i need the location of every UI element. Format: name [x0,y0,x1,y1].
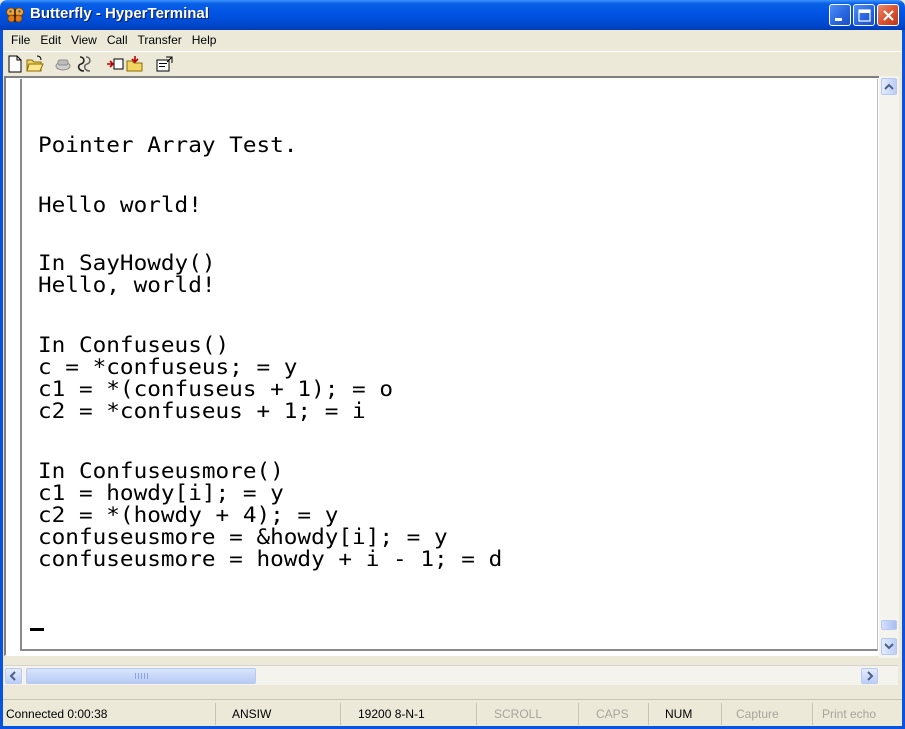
chevron-right-icon [867,671,874,681]
status-num: NUM [662,703,722,725]
chevron-down-icon [884,643,894,650]
terminal-line: In Confuseus() [38,333,230,357]
status-bar: Connected 0:00:38 ANSIW 19200 8-N-1 SCRO… [3,699,902,726]
menu-bar: File Edit View Call Transfer Help [3,30,902,51]
minimize-icon [835,18,842,21]
terminal-line: In SayHowdy() [38,251,216,275]
status-settings: 19200 8-N-1 [355,703,477,725]
terminal-line: Hello world! [38,193,202,217]
maximize-icon [858,9,871,22]
terminal-line: c2 = *(howdy + 4); = y [38,503,339,527]
status-caps-text: CAPS [596,707,629,721]
status-caps: CAPS [593,703,649,725]
title-bar[interactable]: Butterfly - HyperTerminal [0,0,905,30]
terminal-line: In Confuseusmore() [38,459,284,483]
scroll-grip [135,673,149,679]
menu-transfer[interactable]: Transfer [133,30,187,51]
minimize-button[interactable] [829,4,851,26]
terminal-display[interactable]: Pointer Array Test. Hello world! In SayH… [4,76,898,656]
receive-icon[interactable] [126,55,144,73]
terminal-cursor [30,628,44,631]
menu-help[interactable]: Help [187,30,222,51]
terminal-line: confuseusmore = &howdy[i]; = y [38,525,448,549]
open-folder-icon[interactable] [26,55,44,73]
status-print-echo-text: Print echo [822,707,877,721]
status-emulation-text: ANSIW [232,707,272,721]
menu-view[interactable]: View [66,30,102,51]
status-num-text: NUM [665,707,693,721]
terminal-line: c1 = howdy[i]; = y [38,481,284,505]
status-print-echo: Print echo [819,703,902,725]
scroll-right-button[interactable] [861,668,878,684]
status-capture-text: Capture [736,707,779,721]
send-icon[interactable] [106,55,124,73]
window-frame-left [0,30,3,729]
vertical-scroll-thumb[interactable] [881,620,897,630]
horizontal-scrollbar[interactable] [4,665,898,685]
terminal-line: Hello, world! [38,273,216,297]
status-emulation: ANSIW [229,703,341,725]
terminal-line: c2 = *confuseus + 1; = i [38,399,366,423]
terminal-line: c = *confuseus; = y [38,355,298,379]
horizontal-scroll-thumb[interactable] [26,668,256,684]
scroll-up-button[interactable] [881,78,897,95]
terminal-line: confuseusmore = howdy + i - 1; = d [38,547,503,571]
status-scroll-text: SCROLL [494,707,543,721]
status-connected-text: Connected 0:00:38 [6,707,108,721]
toolbar [3,51,902,76]
vertical-scrollbar[interactable] [879,76,899,658]
scroll-left-button[interactable] [5,668,22,684]
window-title: Butterfly - HyperTerminal [30,5,209,22]
chevron-left-icon [9,671,16,681]
call-icon[interactable] [54,55,72,73]
new-document-icon[interactable] [6,55,24,73]
menu-call[interactable]: Call [102,30,133,51]
status-capture: Capture [733,703,813,725]
status-scroll: SCROLL [491,703,579,725]
menu-file[interactable]: File [6,30,35,51]
terminal-line: Pointer Array Test. [38,133,298,157]
disconnect-icon[interactable] [76,55,94,73]
terminal-line: c1 = *(confuseus + 1); = o [38,377,394,401]
hyperterminal-butterfly-icon [6,7,24,23]
chevron-up-icon [884,83,894,90]
maximize-button[interactable] [853,4,875,26]
properties-icon[interactable] [156,55,174,73]
close-button[interactable] [877,4,899,26]
menu-edit[interactable]: Edit [35,30,66,51]
status-settings-text: 19200 8-N-1 [358,707,425,721]
scroll-down-button[interactable] [881,638,897,655]
status-connected: Connected 0:00:38 [3,703,216,725]
close-icon [883,10,894,21]
